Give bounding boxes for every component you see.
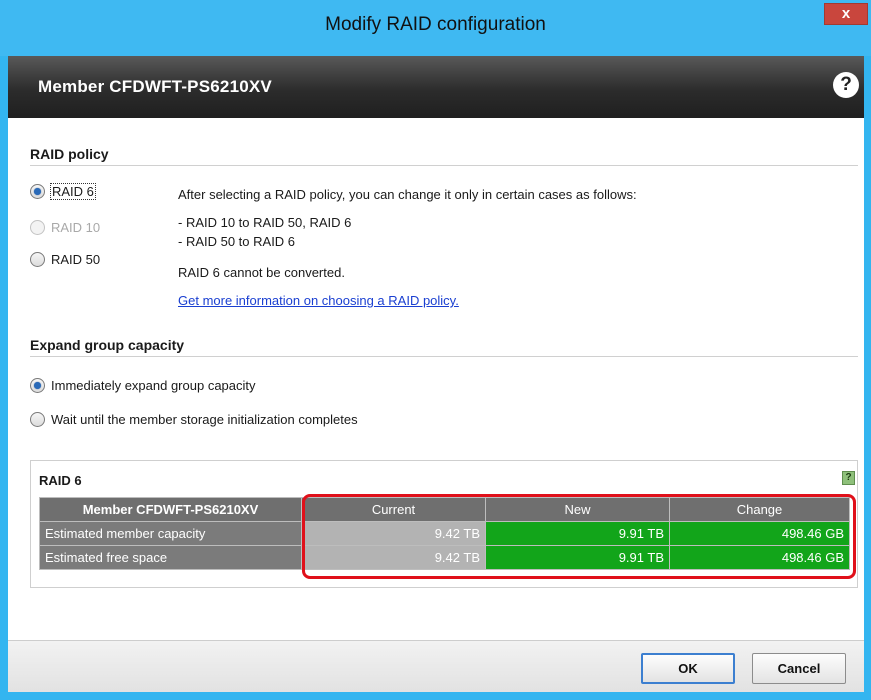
column-header: Change [669, 497, 850, 522]
capacity-table: Member CFDWFT-PS6210XV Current New Chang… [39, 497, 850, 570]
ok-button[interactable]: OK [641, 653, 735, 684]
row-label: Estimated member capacity [39, 521, 302, 546]
help-icon[interactable]: ? [833, 72, 859, 98]
raid-info-line-1: - RAID 10 to RAID 50, RAID 6 [178, 215, 352, 230]
table-header-row: Member CFDWFT-PS6210XV Current New Chang… [39, 497, 850, 522]
radio-indicator[interactable] [30, 184, 45, 199]
radio-wait-initialization[interactable]: Wait until the member storage initializa… [30, 412, 358, 427]
radio-raid10: RAID 10 [30, 220, 100, 235]
new-value: 9.91 TB [485, 521, 670, 546]
radio-expand-immediately-label[interactable]: Immediately expand group capacity [51, 378, 256, 393]
column-header: Member CFDWFT-PS6210XV [39, 497, 302, 522]
radio-indicator [30, 220, 45, 235]
cancel-button[interactable]: Cancel [752, 653, 846, 684]
close-button[interactable]: x [824, 3, 868, 25]
member-header: Member CFDWFT-PS6210XV ? [8, 56, 864, 118]
current-value: 9.42 TB [301, 521, 486, 546]
radio-raid50-label[interactable]: RAID 50 [51, 252, 100, 267]
column-header: New [485, 497, 670, 522]
window-title: Modify RAID configuration [325, 14, 546, 35]
row-label: Estimated free space [39, 545, 302, 570]
radio-raid10-label: RAID 10 [51, 220, 101, 235]
raid-policy-info-link[interactable]: Get more information on choosing a RAID … [178, 293, 459, 308]
change-value: 498.46 GB [669, 521, 850, 546]
raid-info-line-2: - RAID 50 to RAID 6 [178, 234, 296, 249]
capacity-summary-panel: RAID 6 ? Member CFDWFT-PS6210XV Current … [30, 460, 858, 588]
expand-capacity-heading: Expand group capacity [30, 337, 185, 353]
radio-indicator[interactable] [30, 252, 45, 267]
radio-indicator[interactable] [30, 412, 45, 427]
dialog-footer: OK Cancel [8, 640, 864, 692]
dialog-body: Member CFDWFT-PS6210XV ? RAID policy RAI… [8, 56, 864, 692]
column-header: Current [301, 497, 486, 522]
member-title: Member CFDWFT-PS6210XV [38, 77, 272, 96]
raid-info-note: RAID 6 cannot be converted. [178, 265, 345, 280]
current-value: 9.42 TB [301, 545, 486, 570]
dialog-window: Modify RAID configuration x Member CFDWF… [0, 0, 871, 700]
table-row: Estimated member capacity 9.42 TB 9.91 T… [39, 521, 850, 546]
section-divider [30, 356, 858, 357]
raid-info-intro: After selecting a RAID policy, you can c… [178, 187, 637, 202]
change-value: 498.46 GB [669, 545, 850, 570]
new-value: 9.91 TB [485, 545, 670, 570]
table-row: Estimated free space 9.42 TB 9.91 TB 498… [39, 545, 850, 570]
raid-policy-heading: RAID policy [30, 146, 109, 162]
section-divider [30, 165, 858, 166]
radio-raid6-label[interactable]: RAID 6 [50, 183, 96, 200]
radio-wait-initialization-label[interactable]: Wait until the member storage initializa… [51, 412, 358, 427]
radio-expand-immediately[interactable]: Immediately expand group capacity [30, 378, 256, 393]
title-bar[interactable]: Modify RAID configuration x [0, 0, 871, 56]
radio-raid50[interactable]: RAID 50 [30, 252, 100, 267]
summary-title: RAID 6 [39, 473, 82, 488]
summary-help-icon[interactable]: ? [842, 471, 855, 485]
radio-raid6[interactable]: RAID 6 [30, 183, 96, 200]
radio-indicator[interactable] [30, 378, 45, 393]
